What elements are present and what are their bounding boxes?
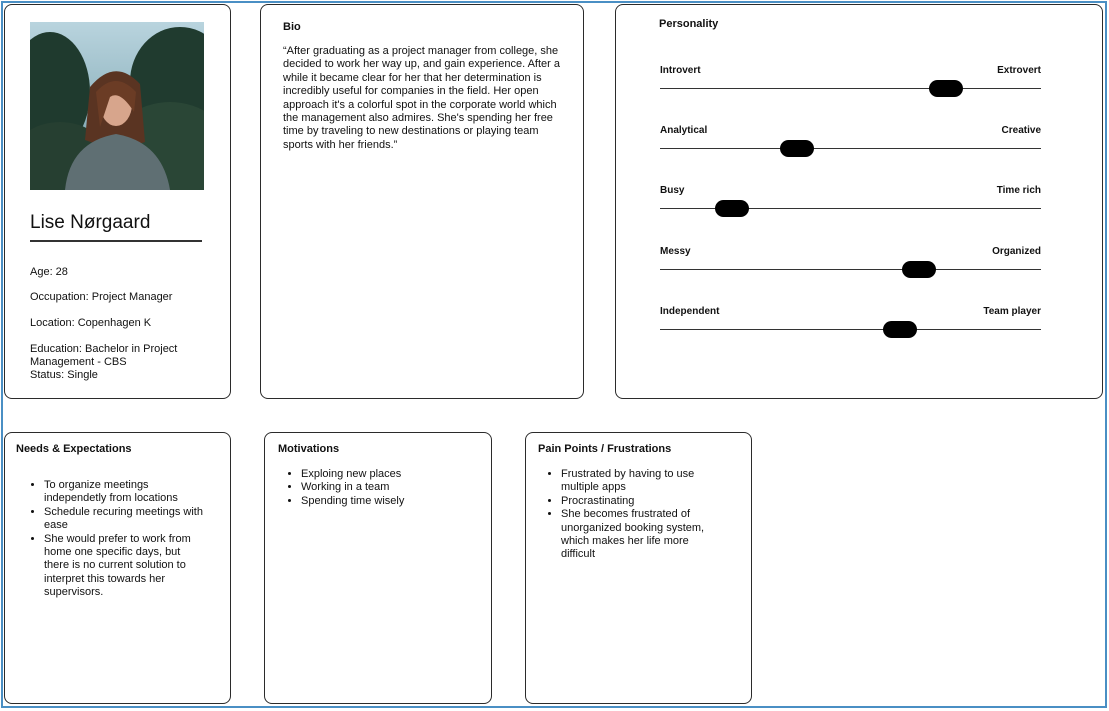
motivations-list: Exploing new placesWorking in a teamSpen… [285,468,475,508]
pain-points-title: Pain Points / Frustrations [538,443,672,455]
slider-track [660,329,1041,330]
trait-left-label: Analytical [660,125,708,136]
slider-knob [902,261,936,278]
trait-left-label: Busy [660,185,685,196]
slider-track [660,88,1041,89]
occupation-text: Occupation: Project Manager [30,291,173,303]
trait-right-label: Organized [992,246,1041,257]
education-text: Education: Bachelor in Project Managemen… [30,343,178,368]
personality-title: Personality [659,18,719,30]
slider-knob [780,140,814,157]
trait-right-label: Team player [983,306,1041,317]
motivation-item: Exploing new places [301,468,475,481]
trait-row: Introvert Extrovert [660,65,1041,105]
slider-knob [715,200,749,217]
trait-left-label: Independent [660,306,720,317]
slider-track [660,148,1041,149]
motivation-item: Spending time wisely [301,495,475,508]
trait-row: Independent Team player [660,306,1041,346]
motivation-item: Working in a team [301,481,475,494]
pain-points-list: Frustrated by having to use multiple app… [545,468,725,562]
trait-row: Messy Organized [660,246,1041,286]
profile-photo [30,22,204,190]
pain-point-item: Procrastinating [561,495,725,508]
pain-point-item: She becomes frustrated of unorganized bo… [561,508,725,562]
needs-title: Needs & Expectations [16,443,132,455]
slider-track [660,269,1041,270]
trait-right-label: Extrovert [997,65,1041,76]
motivations-title: Motivations [278,443,340,455]
status-text: Status: Single [30,369,98,381]
location-text: Location: Copenhagen K [30,317,152,329]
bio-text: “After graduating as a project manager f… [283,45,561,151]
needs-item: To organize meetings independetly from l… [44,479,208,506]
persona-name: Lise Nørgaard [30,212,202,242]
slider-knob [883,321,917,338]
pain-point-item: Frustrated by having to use multiple app… [561,468,725,495]
trait-row: Analytical Creative [660,125,1041,165]
trait-right-label: Time rich [996,185,1041,196]
needs-list: To organize meetings independetly from l… [28,479,208,600]
trait-left-label: Messy [660,246,691,257]
age-text: Age: 28 [30,266,68,278]
trait-right-label: Creative [1001,125,1041,136]
trait-row: Busy Time rich [660,185,1041,225]
needs-item: She would prefer to work from home one s… [44,533,208,600]
trait-left-label: Introvert [660,65,701,76]
needs-item: Schedule recuring meetings with ease [44,506,208,533]
bio-title: Bio [283,21,301,33]
slider-knob [929,80,963,97]
